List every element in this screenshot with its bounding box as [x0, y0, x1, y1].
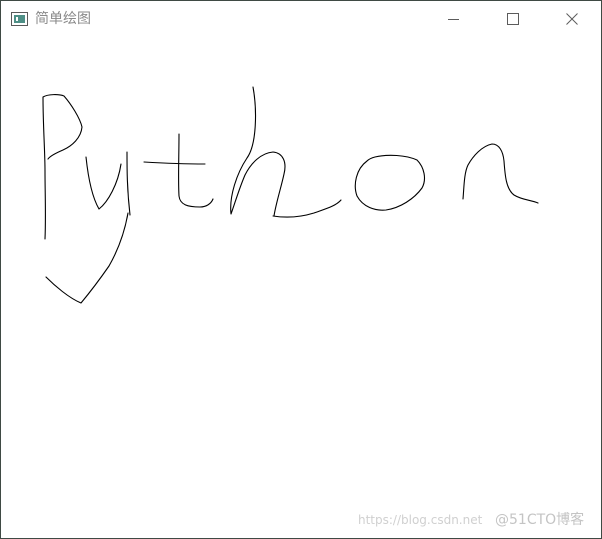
- watermark-url: https://blog.csdn.net: [358, 513, 483, 527]
- ink-stroke: [354, 154, 426, 211]
- ink-stroke: [45, 212, 129, 304]
- ink-stroke: [462, 143, 539, 204]
- minimize-icon: [448, 19, 459, 20]
- minimize-button[interactable]: [431, 1, 477, 37]
- drawing-window: 简单绘图 https://blog.csdn.net @51CTO博客: [0, 0, 602, 539]
- title-bar[interactable]: 简单绘图: [1, 1, 601, 37]
- ink-stroke: [126, 151, 131, 216]
- ink-stroke: [143, 161, 206, 165]
- window-title: 简单绘图: [35, 11, 91, 27]
- watermark-brand: @51CTO博客: [495, 512, 585, 528]
- drawing-canvas[interactable]: [1, 37, 601, 538]
- ink-stroke: [178, 133, 214, 208]
- close-button[interactable]: [549, 1, 595, 37]
- maximize-icon: [507, 13, 519, 25]
- ink-stroke: [85, 156, 122, 210]
- window-app-icon: [11, 12, 28, 26]
- ink-stroke: [272, 199, 342, 218]
- ink-stroke: [230, 86, 286, 217]
- ink-stroke: [42, 94, 83, 240]
- maximize-button[interactable]: [490, 1, 536, 37]
- close-icon: [566, 13, 578, 25]
